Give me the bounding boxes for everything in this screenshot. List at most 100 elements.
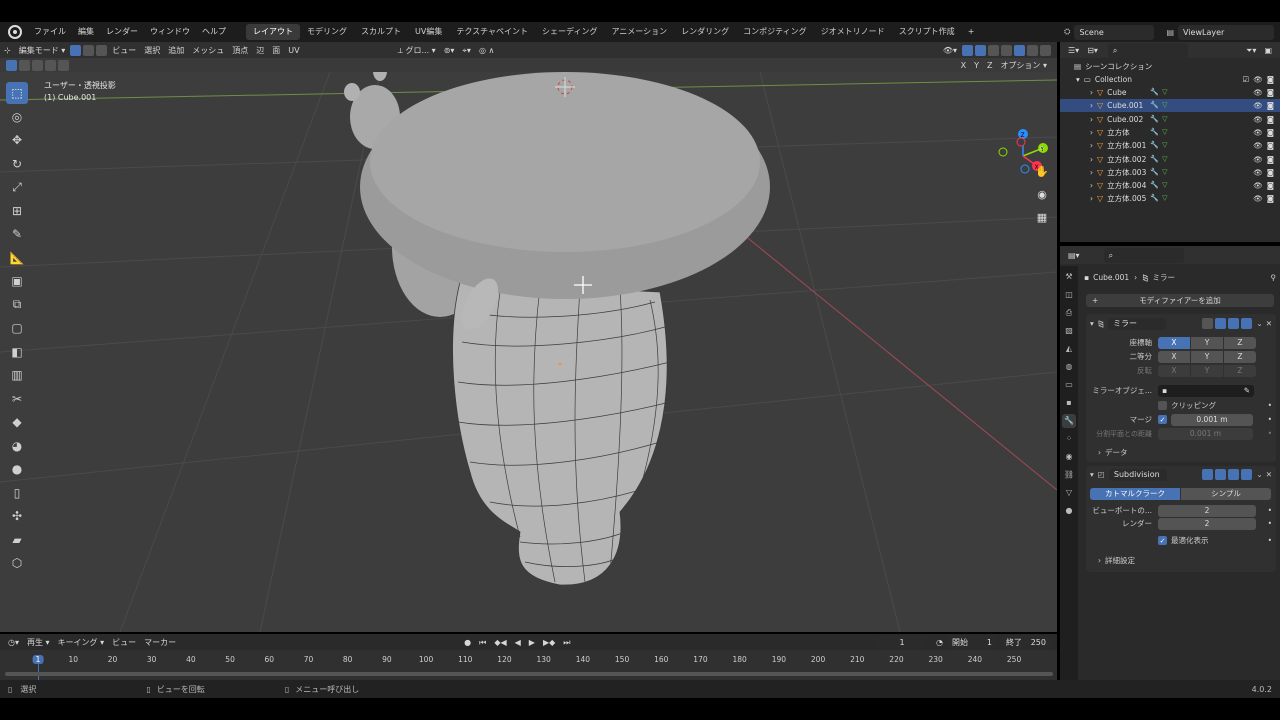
view-layer-selector[interactable]: ViewLayer bbox=[1178, 24, 1274, 40]
tab-rendering[interactable]: レンダリング bbox=[674, 24, 736, 40]
extrude-tool-icon[interactable]: ⧉ bbox=[6, 294, 28, 316]
visibility-eye-icon[interactable]: 👁 bbox=[1253, 128, 1263, 137]
subdiv-remove-icon[interactable]: ✕ bbox=[1266, 470, 1272, 479]
subdiv-viewport-toggle-icon[interactable] bbox=[1228, 469, 1240, 480]
pin-icon[interactable]: ⚲ bbox=[1271, 273, 1277, 282]
cursor-tool-icon[interactable]: ◎ bbox=[6, 106, 28, 128]
data-tab-icon[interactable]: ▽ bbox=[1062, 486, 1076, 500]
loop-cut-tool-icon[interactable]: ▥ bbox=[6, 364, 28, 386]
menu-help[interactable]: ヘルプ bbox=[196, 22, 232, 42]
add-modifier-button[interactable]: + モディファイアーを追加 bbox=[1086, 294, 1274, 307]
flip-y-toggle[interactable]: Y bbox=[1191, 364, 1223, 377]
simple-button[interactable]: シンプル bbox=[1181, 487, 1271, 500]
flip-z-toggle[interactable]: Z bbox=[1224, 364, 1256, 377]
scene-icon[interactable]: ⛭ bbox=[1064, 27, 1070, 37]
add-workspace-button[interactable]: + bbox=[962, 22, 981, 42]
expand-arrow-icon[interactable]: › bbox=[1090, 115, 1093, 124]
blender-logo-icon[interactable] bbox=[8, 25, 22, 39]
select-intersect-icon[interactable] bbox=[58, 59, 69, 71]
outliner-item[interactable]: › ▽ 立方体.003 🔧 ▽ 👁 ◙ bbox=[1060, 166, 1280, 179]
camera-view-icon[interactable]: ◉ bbox=[1033, 185, 1051, 203]
particles-tab-icon[interactable]: ⁘ bbox=[1062, 432, 1076, 446]
menu-playback[interactable]: 再生 ▾ bbox=[23, 636, 54, 649]
expand-arrow-icon[interactable]: › bbox=[1090, 128, 1093, 137]
visibility-eye-icon[interactable]: 👁 bbox=[1253, 88, 1263, 97]
expand-arrow-icon[interactable]: › bbox=[1090, 88, 1093, 97]
menu-vertex[interactable]: 頂点 bbox=[228, 44, 252, 57]
tab-layout[interactable]: レイアウト bbox=[246, 24, 300, 40]
render-camera-icon[interactable]: ◙ bbox=[1267, 88, 1274, 97]
viewport-levels-field[interactable]: 2 bbox=[1158, 504, 1256, 517]
inset-tool-icon[interactable]: ▢ bbox=[6, 317, 28, 339]
visibility-eye-icon[interactable]: 👁 bbox=[1253, 101, 1263, 110]
outliner-search-input[interactable]: ⌕ bbox=[1107, 42, 1188, 58]
tab-shading[interactable]: シェーディング bbox=[535, 24, 604, 40]
shear-tool-icon[interactable]: ▰ bbox=[6, 529, 28, 551]
cage-toggle-icon[interactable] bbox=[1215, 318, 1227, 329]
visibility-eye-icon[interactable]: 👁 bbox=[1253, 115, 1263, 124]
menu-timeline-view[interactable]: ビュー bbox=[108, 636, 140, 649]
menu-file[interactable]: ファイル bbox=[28, 22, 72, 42]
timeline-ruler[interactable]: 1 10 20 30 40 50 60 70 80 90 100 110 120 130 140 150 160… bbox=[5, 652, 1055, 680]
tab-modeling[interactable]: モデリング bbox=[300, 24, 354, 40]
menu-select[interactable]: 選択 bbox=[140, 44, 164, 57]
merge-distance-field[interactable]: 0.001 m bbox=[1171, 413, 1253, 426]
jump-keyframe-back-icon[interactable]: ◆◀ bbox=[490, 636, 510, 649]
outliner-item[interactable]: › ▽ Cube 🔧 ▽ 👁 ◙ bbox=[1060, 86, 1280, 99]
outliner-item[interactable]: › ▽ 立方体.002 🔧 ▽ 👁 ◙ bbox=[1060, 153, 1280, 166]
constraints-tab-icon[interactable]: ⛓ bbox=[1062, 468, 1076, 482]
move-tool-icon[interactable]: ✥ bbox=[6, 129, 28, 151]
merge-checkbox[interactable]: ✓ bbox=[1158, 415, 1167, 424]
render-tab-icon[interactable]: ◫ bbox=[1062, 288, 1076, 302]
dropdown-icon[interactable]: ⌄ bbox=[1256, 319, 1262, 328]
tab-scripting[interactable]: スクリプト作成 bbox=[892, 24, 962, 40]
visibility-eye-icon[interactable]: 👁 bbox=[1253, 75, 1263, 84]
render-camera-icon[interactable]: ◙ bbox=[1267, 141, 1274, 150]
tab-geometry-nodes[interactable]: ジオメトリノード bbox=[814, 24, 892, 40]
viewport-toggle-icon[interactable] bbox=[1228, 318, 1240, 329]
bevel-tool-icon[interactable]: ◧ bbox=[6, 341, 28, 363]
select-extend-icon[interactable] bbox=[19, 59, 30, 71]
properties-search-input[interactable]: ⌕ bbox=[1103, 247, 1184, 263]
axis-z-toggle[interactable]: Z bbox=[1224, 336, 1256, 349]
collapse-arrow-icon[interactable]: ▾ bbox=[1076, 75, 1080, 84]
mirror-axis-y[interactable]: Y bbox=[970, 59, 983, 72]
data-subpanel[interactable]: › データ bbox=[1086, 446, 1276, 459]
scale-tool-icon[interactable]: ⤢ bbox=[6, 176, 28, 198]
render-camera-icon[interactable]: ◙ bbox=[1267, 168, 1274, 177]
frame-start-field[interactable]: 開始 1 bbox=[947, 634, 997, 650]
axis-x-toggle[interactable]: X bbox=[1158, 336, 1190, 349]
clock-icon[interactable]: ◔ bbox=[932, 636, 947, 649]
expand-arrow-icon[interactable]: › bbox=[1090, 181, 1093, 190]
subdivision-expand-arrow-icon[interactable]: ▾ bbox=[1090, 470, 1094, 479]
render-levels-field[interactable]: 2 bbox=[1158, 517, 1256, 530]
tab-texture-paint[interactable]: テクスチャペイント bbox=[449, 24, 535, 40]
rip-tool-icon[interactable]: ⬡ bbox=[6, 552, 28, 574]
outliner-editor-icon[interactable]: ☰▾ bbox=[1064, 44, 1083, 57]
axis-y-toggle[interactable]: Y bbox=[1191, 336, 1223, 349]
snap-icon[interactable]: ⌖▾ bbox=[458, 44, 475, 57]
menu-render[interactable]: レンダー bbox=[100, 22, 144, 42]
shading-rendered-icon[interactable] bbox=[1040, 44, 1051, 56]
outliner-item[interactable]: › ▽ 立方体.001 🔧 ▽ 👁 ◙ bbox=[1060, 139, 1280, 152]
xray-icon[interactable] bbox=[988, 44, 999, 56]
annotate-tool-icon[interactable]: ✎ bbox=[6, 223, 28, 245]
exclude-checkbox-icon[interactable]: ☑ bbox=[1242, 75, 1249, 84]
outliner-display-mode-icon[interactable]: ⊟▾ bbox=[1083, 44, 1102, 57]
select-subtract-icon[interactable] bbox=[32, 59, 43, 71]
mirror-axis-x[interactable]: X bbox=[957, 59, 970, 72]
edge-select-icon[interactable] bbox=[83, 44, 95, 56]
visibility-eye-icon[interactable]: 👁 bbox=[1253, 155, 1263, 164]
timeline-scrollbar[interactable] bbox=[5, 672, 1053, 676]
menu-mesh[interactable]: メッシュ bbox=[188, 44, 228, 57]
animate-dot-icon[interactable]: • bbox=[1268, 401, 1272, 410]
visibility-eye-icon[interactable]: 👁 bbox=[1253, 181, 1263, 190]
eyedropper-icon[interactable]: ✎ bbox=[1244, 385, 1250, 397]
jump-keyframe-forward-icon[interactable]: ▶◆ bbox=[539, 636, 559, 649]
render-camera-icon[interactable]: ◙ bbox=[1267, 155, 1274, 164]
menu-add[interactable]: 追加 bbox=[164, 44, 188, 57]
scene-tab-icon[interactable]: ◭ bbox=[1062, 342, 1076, 356]
remove-modifier-icon[interactable]: ✕ bbox=[1266, 319, 1272, 328]
outliner-item[interactable]: › ▽ 立方体.005 🔧 ▽ 👁 ◙ bbox=[1060, 192, 1280, 205]
smooth-tool-icon[interactable]: ● bbox=[6, 458, 28, 480]
